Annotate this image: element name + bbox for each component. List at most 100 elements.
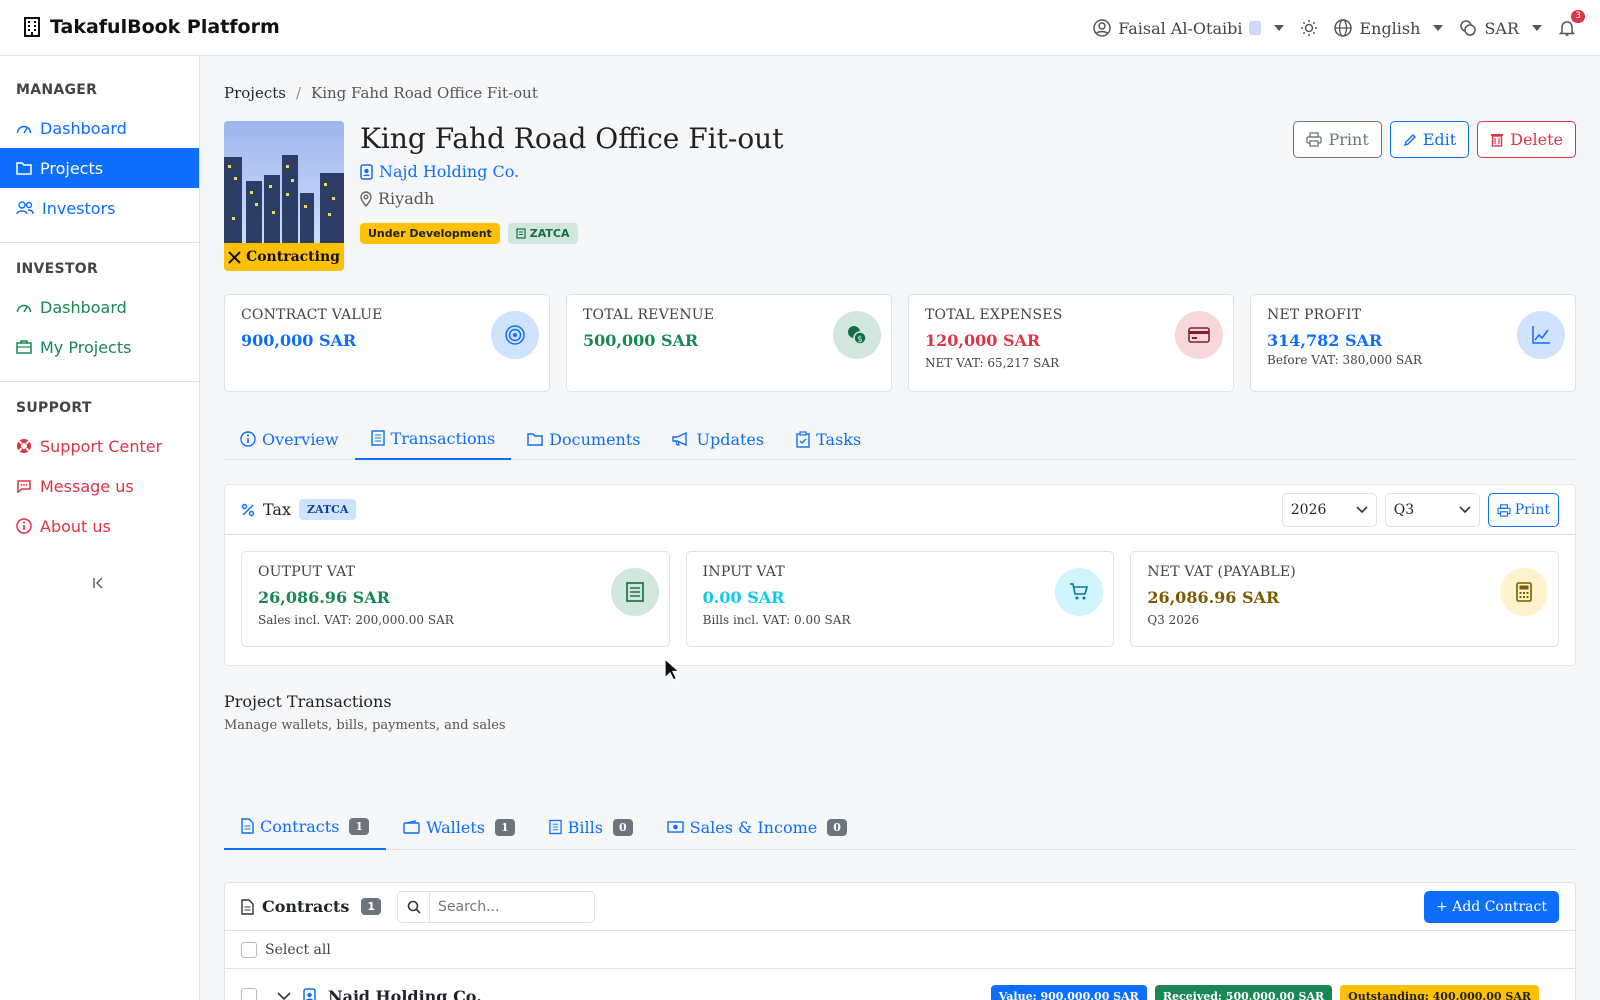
chevron-down-icon[interactable] [277,991,291,1000]
credit-card-icon [1175,311,1223,359]
megaphone-icon [672,432,690,446]
sidebar-item-label: Message us [40,476,134,496]
vat-sub: Sales incl. VAT: 200,000.00 SAR [258,613,454,627]
coins-icon [1459,19,1477,37]
subtab-label: Bills [567,817,603,837]
user-menu[interactable]: Faisal Al-Otaibi [1093,19,1285,38]
breadcrumb-projects-link[interactable]: Projects [224,84,286,102]
tab-tasks[interactable]: Tasks [780,418,877,460]
info-icon [240,431,256,447]
stat-value: 500,000 SAR [583,331,699,350]
chevron-down-icon [1274,25,1285,31]
sidebar-item-label: Support Center [40,436,163,456]
tab-updates[interactable]: Updates [656,418,780,460]
contracts-panel: Contracts 1 + Add Contract Select all Na… [224,882,1576,1000]
tax-print-label: Print [1514,502,1550,518]
row-checkbox[interactable] [241,988,257,1000]
sidebar-item-message-us[interactable]: Message us [0,466,199,506]
select-all-checkbox[interactable] [241,941,257,958]
sidebar-item-label: Projects [40,158,104,178]
section-title: Project Transactions [224,692,392,711]
subtab-label: Contracts [260,816,340,836]
subtab-wallets[interactable]: Wallets 1 [386,804,532,850]
sidebar-item-support-center[interactable]: Support Center [0,426,199,466]
year-select[interactable]: 2026 [1281,493,1377,527]
subtab-count: 1 [349,817,370,835]
currency-menu[interactable]: SAR [1459,19,1542,38]
subtab-count: 0 [827,818,847,836]
transaction-tabs: Contracts 1 Wallets 1 Bills 0 Sales & In… [224,804,1576,850]
collapse-sidebar-button[interactable] [92,576,106,590]
sidebar-item-manager-dashboard[interactable]: Dashboard [0,108,199,148]
gauge-icon [16,300,32,314]
sidebar-item-about-us[interactable]: About us [0,506,199,546]
folder-icon [16,161,32,175]
subtab-contracts[interactable]: Contracts 1 [224,804,387,850]
sidebar-item-projects[interactable]: Projects [0,148,199,188]
select-all-row: Select all [225,931,1575,969]
sidebar-item-my-projects[interactable]: My Projects [0,327,199,367]
project-client-link[interactable]: Najd Holding Co. [360,162,519,181]
percent-icon [241,503,255,517]
cart-icon [1055,568,1104,616]
id-badge-icon [1249,21,1262,35]
file-text-icon [241,898,254,915]
sidebar-section-manager: MANAGER [16,82,98,98]
search-icon [407,900,421,914]
delete-button[interactable]: Delete [1477,121,1576,158]
sidebar-item-label: Dashboard [40,118,127,138]
sidebar-item-investors[interactable]: Investors [0,188,199,228]
tab-documents[interactable]: Documents [511,418,656,460]
sidebar-section-support: SUPPORT [16,400,92,416]
tab-label: Documents [549,429,641,449]
theme-toggle[interactable] [1300,19,1318,37]
trash-icon [1490,132,1504,147]
receipt-icon [610,568,659,616]
print-button[interactable]: Print [1293,121,1382,158]
quarter-select[interactable]: Q3 [1384,493,1480,527]
tab-overview[interactable]: Overview [224,418,355,460]
client-name: Najd Holding Co. [379,162,520,181]
zatca-badge-label: ZATCA [529,227,570,240]
search-button[interactable] [398,891,431,922]
tax-print-button[interactable]: Print [1487,493,1559,527]
brand[interactable]: TakafulBook Platform [24,16,280,38]
stats-row: CONTRACT VALUE 900,000 SAR TOTAL REVENUE… [224,294,1576,392]
target-icon [491,311,539,359]
subtab-bills[interactable]: Bills 0 [532,804,650,850]
calculator-icon [1500,568,1549,616]
chevron-down-icon [1356,506,1368,514]
table-row[interactable]: Najd Holding Co. Value: 900,000.00 SAR R… [225,969,1575,1000]
notifications-button[interactable]: 3 [1558,10,1585,37]
section-subtitle: Manage wallets, bills, payments, and sal… [224,718,506,733]
language-label: English [1359,18,1421,38]
people-icon [16,201,34,215]
person-badge-icon [360,163,373,180]
subtab-label: Wallets [426,817,485,837]
tab-transactions[interactable]: Transactions [354,418,512,460]
sidebar-item-label: My Projects [40,337,132,357]
graph-up-icon [1517,311,1565,359]
language-menu[interactable]: English [1334,18,1444,38]
vat-net-payable: NET VAT (PAYABLE) 26,086.96 SAR Q3 2026 [1130,551,1560,647]
top-bar: TakafulBook Platform Faisal Al-Otaibi En… [0,0,1600,56]
outstanding-badge: Outstanding: 400,000.00 SAR [1340,984,1539,1000]
stat-label: NET PROFIT [1267,307,1362,323]
subtab-sales-income[interactable]: Sales & Income 0 [650,804,864,850]
vat-label: INPUT VAT [702,564,785,580]
vat-output: OUTPUT VAT 26,086.96 SAR Sales incl. VAT… [241,551,670,647]
stat-label: CONTRACT VALUE [241,307,383,323]
stat-value: 900,000 SAR [241,331,357,350]
tab-label: Tasks [816,429,862,449]
wallet-icon [403,820,420,834]
search-input[interactable] [430,891,595,922]
stat-total-revenue: TOTAL REVENUE 500,000 SAR $ [566,294,892,392]
sidebar-item-investor-dashboard[interactable]: Dashboard [0,287,199,327]
building-icon [24,17,40,37]
page-title: King Fahd Road Office Fit-out [360,122,784,155]
add-contract-button[interactable]: + Add Contract [1424,891,1559,923]
zatca-badge: ZATCA [507,223,578,244]
status-badge: Under Development [360,223,500,244]
stat-value: 314,782 SAR [1267,331,1383,350]
edit-button[interactable]: Edit [1389,121,1470,158]
